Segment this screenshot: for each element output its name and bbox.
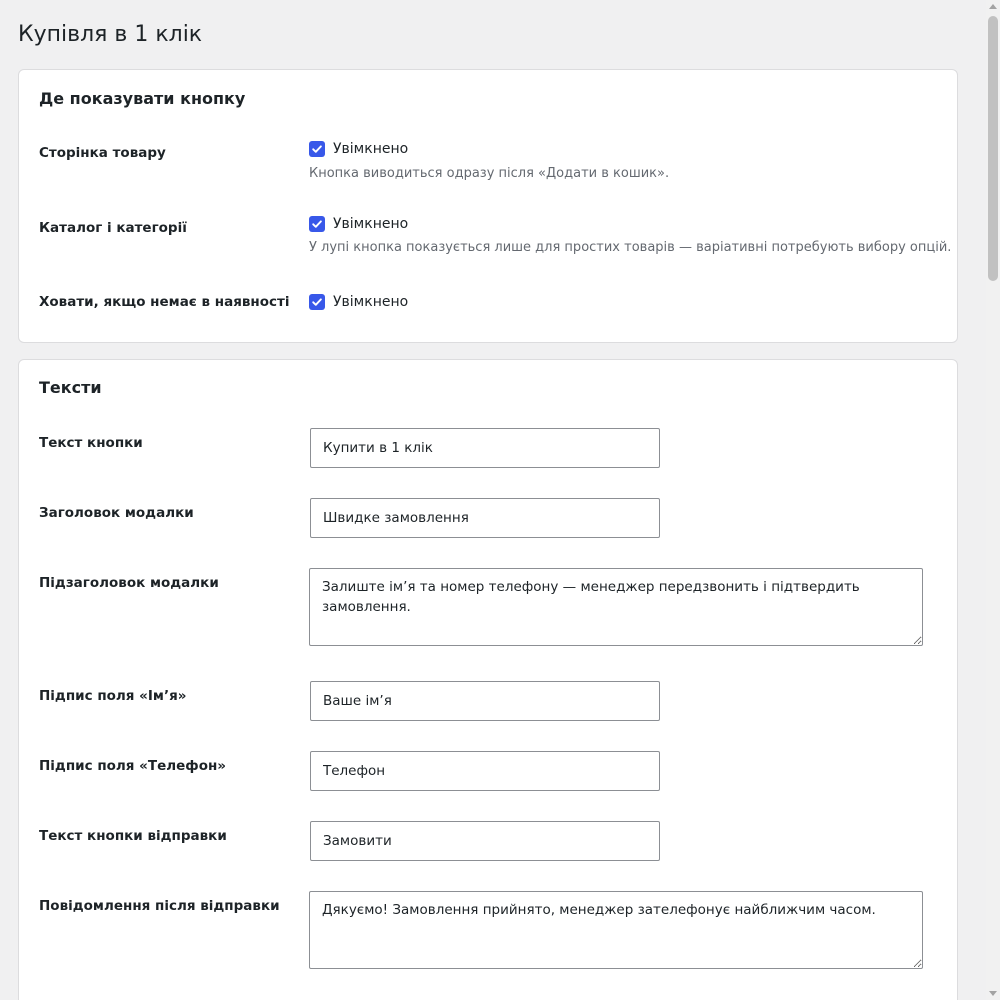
name-field-label-input[interactable] bbox=[310, 681, 660, 721]
catalog-checkbox[interactable] bbox=[309, 216, 325, 232]
success-message-label: Повідомлення після відправки bbox=[39, 898, 280, 914]
checkmark-icon bbox=[312, 145, 322, 153]
button-text-input[interactable] bbox=[310, 428, 660, 468]
phone-field-label-label: Підпис поля «Телефон» bbox=[39, 758, 227, 774]
submit-text-input[interactable] bbox=[310, 821, 660, 861]
hide-out-of-stock-checkbox-label: Увімкнено bbox=[333, 294, 409, 310]
settings-page: Купівля в 1 клік Де показувати кнопку Ст… bbox=[0, 0, 986, 1000]
hide-out-of-stock-label: Ховати, якщо немає в наявності bbox=[39, 294, 290, 310]
checkmark-icon bbox=[312, 220, 322, 228]
submit-text-label: Текст кнопки відправки bbox=[39, 828, 227, 844]
texts-card: Тексти Текст кнопки Заголовок модалки Пі… bbox=[18, 359, 958, 1000]
product-page-checkbox-wrap[interactable]: Увімкнено bbox=[309, 140, 408, 158]
hide-out-of-stock-checkbox-wrap[interactable]: Увімкнено bbox=[309, 293, 408, 311]
modal-subtitle-textarea[interactable]: Залиште ім’я та номер телефону — менедже… bbox=[309, 568, 923, 646]
page-title: Купівля в 1 клік bbox=[18, 22, 203, 47]
product-page-label: Сторінка товару bbox=[39, 145, 166, 161]
product-page-checkbox[interactable] bbox=[309, 141, 325, 157]
catalog-description: У лупі кнопка показується лише для прост… bbox=[309, 240, 952, 255]
product-page-description: Кнопка виводиться одразу після «Додати в… bbox=[309, 166, 670, 181]
button-text-label: Текст кнопки bbox=[39, 435, 143, 451]
catalog-label: Каталог і категорії bbox=[39, 220, 187, 236]
hide-out-of-stock-checkbox[interactable] bbox=[309, 294, 325, 310]
catalog-checkbox-label: Увімкнено bbox=[333, 216, 409, 232]
scroll-thumb[interactable] bbox=[988, 16, 998, 281]
scroll-down-arrow-icon[interactable] bbox=[989, 991, 997, 996]
success-message-textarea[interactable]: Дякуємо! Замовлення прийнято, менеджер з… bbox=[309, 891, 923, 969]
page-scrollbar[interactable] bbox=[986, 0, 1000, 1000]
placement-card: Де показувати кнопку Сторінка товару Уві… bbox=[18, 69, 958, 343]
modal-title-input[interactable] bbox=[310, 498, 660, 538]
product-page-checkbox-label: Увімкнено bbox=[333, 141, 409, 157]
placement-card-title: Де показувати кнопку bbox=[39, 89, 246, 108]
checkmark-icon bbox=[312, 298, 322, 306]
scroll-up-arrow-icon[interactable] bbox=[989, 4, 997, 9]
name-field-label-label: Підпис поля «Ім’я» bbox=[39, 688, 187, 704]
catalog-checkbox-wrap[interactable]: Увімкнено bbox=[309, 215, 408, 233]
modal-title-label: Заголовок модалки bbox=[39, 505, 194, 521]
modal-subtitle-label: Підзаголовок модалки bbox=[39, 575, 219, 591]
texts-card-title: Тексти bbox=[39, 378, 102, 397]
phone-field-label-input[interactable] bbox=[310, 751, 660, 791]
